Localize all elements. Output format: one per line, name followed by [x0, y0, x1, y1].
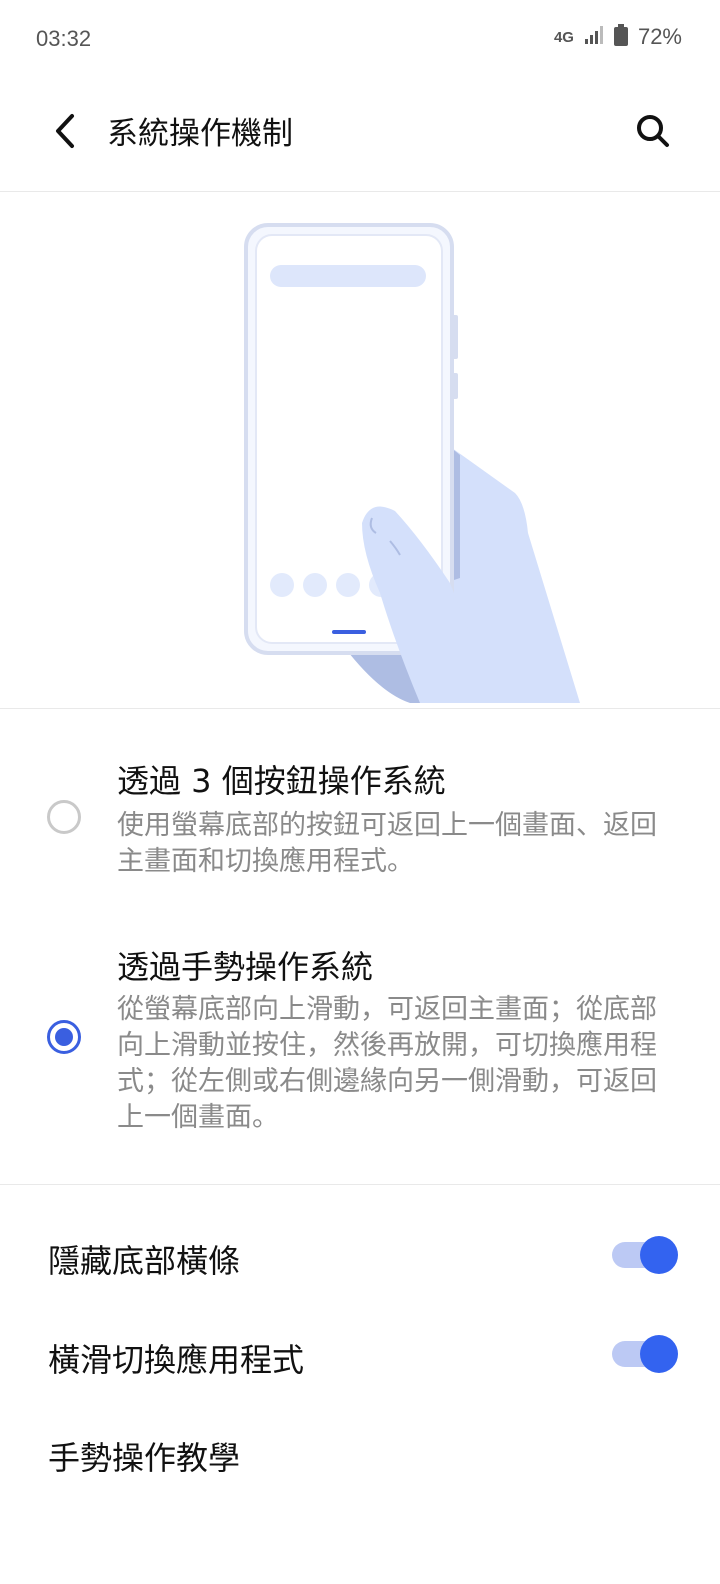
setting-label: 隱藏底部橫條 — [48, 1242, 241, 1280]
option-description: 從螢幕底部向上滑動，可返回主畫面；從底部向上滑動並按住，然後再放開，可切換應用程… — [117, 994, 657, 1133]
hide-bottom-bar-toggle[interactable] — [612, 1236, 678, 1274]
radio-gesture-nav[interactable] — [47, 1020, 81, 1054]
section-divider — [0, 1184, 720, 1185]
phone-hand-illustration — [244, 223, 580, 703]
toggle-knob — [640, 1335, 678, 1373]
option-title: 透過 3 個按鈕操作系統 — [117, 762, 446, 800]
toggle-knob — [640, 1236, 678, 1274]
status-bar: 03:32 4G 72% — [0, 0, 720, 80]
back-button[interactable] — [40, 106, 90, 156]
option-description: 使用螢幕底部的按鈕可返回上一個畫面、返回主畫面和切換應用程式。 — [117, 810, 657, 877]
search-icon — [637, 115, 669, 147]
option-title: 透過手勢操作系統 — [117, 948, 374, 986]
page-title: 系統操作機制 — [107, 116, 293, 152]
radio-three-button-nav[interactable] — [47, 800, 81, 834]
gesture-illustration — [0, 193, 720, 709]
chevron-left-icon — [56, 114, 74, 148]
setting-hide-bottom-bar[interactable]: 隱藏底部橫條 — [0, 1204, 720, 1304]
setting-label: 橫滑切換應用程式 — [48, 1341, 305, 1379]
setting-swipe-switch-apps[interactable]: 橫滑切換應用程式 — [0, 1303, 720, 1403]
setting-gesture-tutorial[interactable]: 手勢操作教學 — [0, 1401, 720, 1501]
battery-icon — [613, 24, 628, 50]
status-icons: 4G 72% — [554, 24, 682, 50]
network-type: 4G — [553, 28, 574, 46]
status-time: 03:32 — [36, 26, 92, 51]
battery-percent: 72% — [637, 24, 682, 49]
option-three-button-nav[interactable]: 透過 3 個按鈕操作系統 使用螢幕底部的按鈕可返回上一個畫面、返回主畫面和切換應… — [0, 710, 720, 900]
search-button[interactable] — [626, 104, 680, 158]
option-gesture-nav[interactable]: 透過手勢操作系統 從螢幕底部向上滑動，可返回主畫面；從底部向上滑動並按住，然後再… — [0, 900, 720, 1184]
swipe-switch-apps-toggle[interactable] — [612, 1335, 678, 1373]
signal-icon — [584, 25, 604, 49]
setting-label: 手勢操作教學 — [48, 1439, 241, 1477]
app-header: 系統操作機制 — [0, 80, 720, 192]
